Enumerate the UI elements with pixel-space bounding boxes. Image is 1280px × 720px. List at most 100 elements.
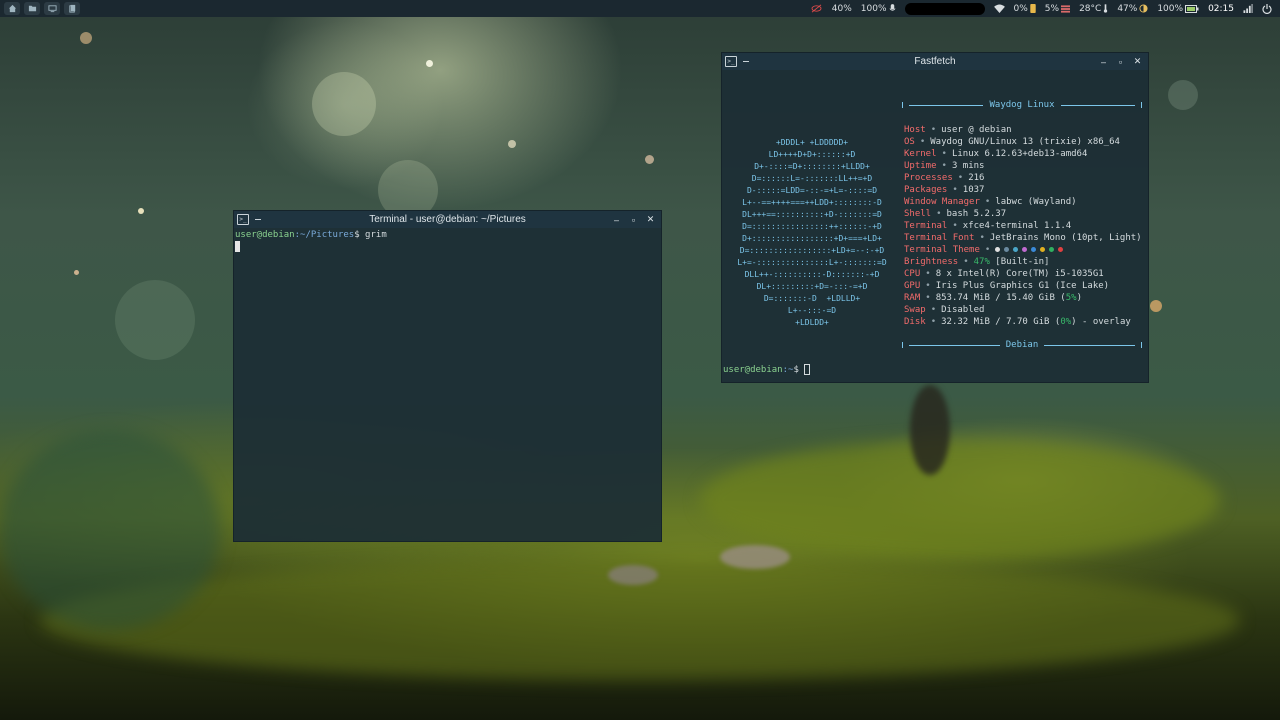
prompt-path: :~/Pictures bbox=[294, 230, 355, 240]
eye-off-icon bbox=[811, 4, 822, 13]
info-separator: • bbox=[925, 269, 931, 279]
info-value: labwc (Wayland) bbox=[995, 197, 1077, 207]
redacted-block bbox=[904, 2, 985, 15]
top-panel: 40% 100% 0% 5% 28°C 47% 100% 02:15 bbox=[0, 0, 1280, 17]
info-value: 32.32 MiB / 7.70 GiB ( bbox=[941, 317, 1061, 327]
monitor-icon[interactable] bbox=[44, 2, 60, 15]
leaf-foreground bbox=[0, 430, 220, 630]
bokeh-light bbox=[426, 60, 433, 67]
logo-line: D+:::::::::::::::::+D+===+LD+ bbox=[742, 234, 882, 243]
info-key: OS bbox=[904, 137, 915, 147]
volume-value: 100% bbox=[860, 3, 887, 14]
logo-line: L+--==++++===++LDD+::::::::-D bbox=[742, 198, 882, 207]
logo-line: D=:::::::::::::::::+LD+=--:-+D bbox=[739, 246, 885, 255]
home-icon[interactable] bbox=[4, 2, 20, 15]
info-separator: • bbox=[979, 233, 985, 243]
moss-mound bbox=[700, 440, 1220, 560]
info-value: 1037 bbox=[962, 185, 985, 195]
fastfetch-titlebar[interactable]: >_ Fastfetch – ▫ ✕ bbox=[722, 53, 1148, 70]
command-text: grim bbox=[359, 230, 387, 240]
launcher-group bbox=[0, 2, 80, 15]
color-swatch bbox=[1040, 247, 1046, 252]
logo-line: D+-::::=D+::::::::+LLDD+ bbox=[754, 162, 870, 171]
info-row: Processes • 216 bbox=[904, 172, 1142, 184]
temperature-value: 28°C bbox=[1079, 3, 1102, 14]
fastfetch-window[interactable]: >_ Fastfetch – ▫ ✕ +DDDL+ +LDDDDD+ LD++++… bbox=[721, 52, 1149, 383]
terminal-icon[interactable]: >_ bbox=[725, 56, 737, 67]
color-swatch bbox=[1058, 247, 1064, 252]
maximize-button[interactable]: ▫ bbox=[629, 215, 638, 225]
info-key: Terminal bbox=[904, 221, 948, 231]
color-swatch bbox=[995, 247, 1001, 252]
bokeh-light bbox=[115, 280, 195, 360]
terminal-window[interactable]: >_ Terminal - user@debian: ~/Pictures – … bbox=[233, 210, 662, 542]
info-key: Packages bbox=[904, 185, 948, 195]
files-icon[interactable] bbox=[64, 2, 80, 15]
color-swatch bbox=[1022, 247, 1028, 252]
wifi-indicator[interactable] bbox=[993, 4, 1005, 13]
info-separator: • bbox=[919, 137, 926, 147]
maximize-button[interactable]: ▫ bbox=[1116, 57, 1125, 67]
logo-line: +DDDL+ +LDDDDD+ bbox=[775, 138, 849, 147]
memory-icon bbox=[1061, 4, 1071, 13]
storage-icon bbox=[1030, 4, 1036, 13]
info-value: Iris Plus Graphics G1 (Ice Lake) bbox=[935, 281, 1110, 291]
microphone-icon bbox=[889, 4, 895, 11]
cpu-indicator[interactable]: 40% bbox=[811, 4, 852, 14]
fastfetch-content[interactable]: +DDDL+ +LDDDDD+ LD++++D+D+::::::+D D+-::::… bbox=[722, 70, 1148, 383]
close-button[interactable]: ✕ bbox=[1133, 56, 1142, 67]
minimize-button[interactable]: – bbox=[612, 215, 621, 225]
minimize-button[interactable]: – bbox=[1099, 57, 1108, 67]
close-button[interactable]: ✕ bbox=[646, 214, 655, 225]
bokeh-light bbox=[1150, 300, 1162, 312]
bokeh-light bbox=[80, 32, 92, 44]
brightness-indicator[interactable]: 47% bbox=[1117, 4, 1148, 14]
info-value: JetBrains Mono (10pt, Light) bbox=[989, 233, 1142, 243]
signal-icon[interactable] bbox=[1243, 4, 1253, 13]
info-key: RAM bbox=[904, 293, 921, 303]
terminal-icon[interactable]: >_ bbox=[237, 214, 249, 225]
info-separator: • bbox=[952, 185, 958, 195]
brightness-value: 47% bbox=[1117, 3, 1138, 14]
rule-line bbox=[1060, 104, 1135, 106]
info-value: Disabled bbox=[941, 305, 985, 315]
power-icon[interactable] bbox=[1262, 3, 1272, 14]
fastfetch-header: Waydog Linux bbox=[902, 99, 1142, 111]
info-separator: • bbox=[957, 173, 964, 183]
theme-color-swatches bbox=[995, 247, 1064, 252]
info-key: Swap bbox=[904, 305, 926, 315]
info-key: Disk bbox=[904, 317, 926, 327]
info-row: Window Manager • labwc (Wayland) bbox=[904, 196, 1142, 208]
info-key: Host bbox=[904, 125, 926, 135]
bokeh-light bbox=[138, 208, 144, 214]
terminal-line bbox=[235, 241, 660, 253]
battery-icon bbox=[1185, 4, 1199, 13]
battery-value: 100% bbox=[1157, 3, 1184, 14]
logo-line: DLL++-::::::::::-D:::::::-+D bbox=[744, 270, 880, 279]
volume-indicator[interactable]: 100% bbox=[861, 4, 896, 14]
info-key: Uptime bbox=[904, 161, 937, 171]
memory-indicator[interactable]: 5% bbox=[1045, 4, 1071, 14]
info-separator: • bbox=[984, 245, 991, 255]
terminal-line: user@debian:~/Pictures$ grim bbox=[235, 229, 660, 241]
tree-trunk bbox=[910, 385, 950, 475]
clock[interactable]: 02:15 bbox=[1208, 4, 1234, 14]
battery-indicator[interactable]: 100% bbox=[1157, 4, 1199, 14]
temperature-indicator[interactable]: 28°C bbox=[1079, 4, 1108, 14]
window-menu-icon[interactable] bbox=[743, 61, 749, 62]
info-row: Terminal Theme • bbox=[904, 244, 1142, 256]
terminal-content[interactable]: user@debian:~/Pictures$ grim bbox=[234, 228, 661, 254]
network-indicator[interactable]: 0% bbox=[1014, 4, 1036, 14]
folder-icon[interactable] bbox=[24, 2, 40, 15]
footer-text: Debian bbox=[1005, 340, 1039, 350]
window-menu-icon[interactable] bbox=[255, 219, 261, 220]
rule-cap bbox=[1141, 342, 1143, 348]
rule-line bbox=[909, 344, 1000, 346]
logo-line: L+=-:::::::::::::::L+-:::::::=D bbox=[737, 258, 887, 267]
rule-cap bbox=[1141, 102, 1142, 108]
rule-line bbox=[1044, 344, 1136, 346]
terminal-titlebar[interactable]: >_ Terminal - user@debian: ~/Pictures – … bbox=[234, 211, 661, 228]
logo-line: L+--:::-=D bbox=[787, 306, 837, 315]
window-title: Terminal - user@debian: ~/Pictures bbox=[369, 214, 526, 225]
info-value: Linux 6.12.63+deb13-amd64 bbox=[951, 149, 1088, 159]
